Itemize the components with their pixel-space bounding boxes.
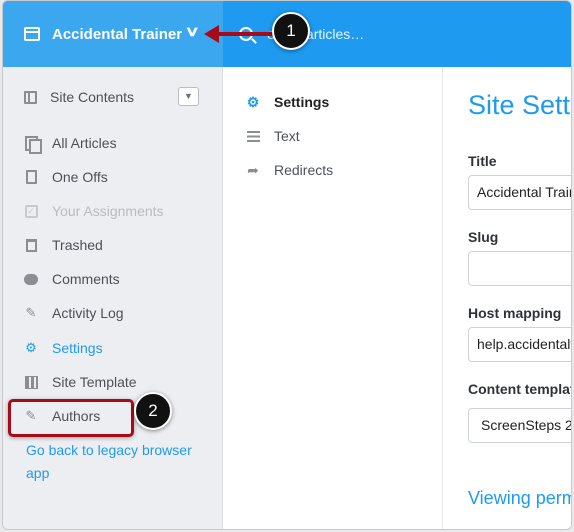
settings-content: Site Settings Title Accidental Trainer S… xyxy=(444,67,572,529)
redirect-icon: ➦ xyxy=(247,161,259,178)
sidebar-item-activity-log[interactable]: ✎ Activity Log xyxy=(24,303,124,323)
sidebar-item-label: Activity Log xyxy=(52,305,124,321)
sidebar-item-label: One Offs xyxy=(52,169,108,185)
viewing-permissions-link[interactable]: Viewing permissions xyxy=(468,488,571,509)
settings-subnav: ⚙ Settings Text ➦ Redirects xyxy=(224,67,443,529)
title-label: Title xyxy=(468,153,497,169)
app-window: Accidental Trainer ∨ earch articles… Sit… xyxy=(2,0,572,530)
sidebar-item-authors[interactable]: ✎ Authors xyxy=(24,406,101,426)
book-icon xyxy=(24,90,37,104)
annotation-arrow-line xyxy=(217,32,273,36)
content-template-select[interactable]: ScreenSteps 2020 xyxy=(468,408,571,443)
subnav-item-settings[interactable]: ⚙ Settings xyxy=(246,92,330,112)
site-switcher[interactable]: Accidental Trainer ∨ xyxy=(3,1,223,67)
sidebar: Site Contents ▼ All Articles One Offs ✓ … xyxy=(3,67,223,529)
page-title: Site Settings xyxy=(468,90,571,120)
site-contents-label: Site Contents xyxy=(50,89,135,105)
sidebar-item-comments[interactable]: Comments xyxy=(24,269,120,289)
annotation-arrow-head xyxy=(204,25,219,43)
chevron-down-icon: ▼ xyxy=(184,91,193,101)
copy-icon xyxy=(24,135,42,154)
site-name: Accidental Trainer xyxy=(52,25,183,43)
sidebar-item-label: Site Template xyxy=(52,374,137,390)
sidebar-item-label: Your Assignments xyxy=(52,203,164,219)
subnav-item-text[interactable]: Text xyxy=(246,126,300,146)
subnav-item-label: Settings xyxy=(274,94,330,110)
sidebar-item-settings[interactable]: ⚙ Settings xyxy=(24,338,103,358)
author-icon: ✎ xyxy=(25,408,37,423)
sidebar-item-label: Trashed xyxy=(52,237,103,253)
comment-icon xyxy=(24,271,38,287)
sidebar-item-your-assignments: ✓ Your Assignments xyxy=(24,201,164,221)
sidebar-item-trashed[interactable]: Trashed xyxy=(24,235,103,255)
collapse-button[interactable]: ▼ xyxy=(178,87,199,106)
callout-2: 2 xyxy=(134,392,172,430)
subnav-item-label: Redirects xyxy=(274,162,334,178)
chevron-down-icon[interactable]: ∨ xyxy=(184,23,199,40)
trash-icon xyxy=(24,237,38,253)
gear-icon: ⚙ xyxy=(246,93,260,110)
subnav-item-redirects[interactable]: ➦ Redirects xyxy=(246,160,333,180)
sidebar-item-all-articles[interactable]: All Articles xyxy=(24,133,117,154)
document-icon xyxy=(24,169,38,185)
host-mapping-label: Host mapping xyxy=(468,305,562,321)
content-template-label: Content template xyxy=(468,381,572,397)
site-contents-header[interactable]: Site Contents xyxy=(24,89,134,105)
slug-field[interactable] xyxy=(468,251,571,286)
sidebar-item-label: Authors xyxy=(52,408,101,424)
edit-icon: ✎ xyxy=(25,305,37,320)
checkbox-icon: ✓ xyxy=(24,203,38,219)
grid-icon xyxy=(24,374,38,390)
gear-icon: ⚙ xyxy=(25,340,37,355)
sidebar-item-one-offs[interactable]: One Offs xyxy=(24,167,108,187)
sidebar-item-site-template[interactable]: Site Template xyxy=(24,372,137,392)
legacy-browser-link[interactable]: Go back to legacy browser app xyxy=(26,439,211,485)
browser-window-icon xyxy=(24,27,40,41)
host-mapping-field[interactable]: help.accidentaltrainer.com xyxy=(468,327,571,362)
sidebar-item-label: All Articles xyxy=(52,135,117,151)
sidebar-item-label: Comments xyxy=(52,271,120,287)
lines-icon xyxy=(246,129,260,143)
subnav-item-label: Text xyxy=(274,128,300,144)
title-field[interactable]: Accidental Trainer xyxy=(468,175,571,210)
sidebar-item-label: Settings xyxy=(52,340,103,356)
callout-1: 1 xyxy=(272,12,310,50)
slug-label: Slug xyxy=(468,229,499,245)
